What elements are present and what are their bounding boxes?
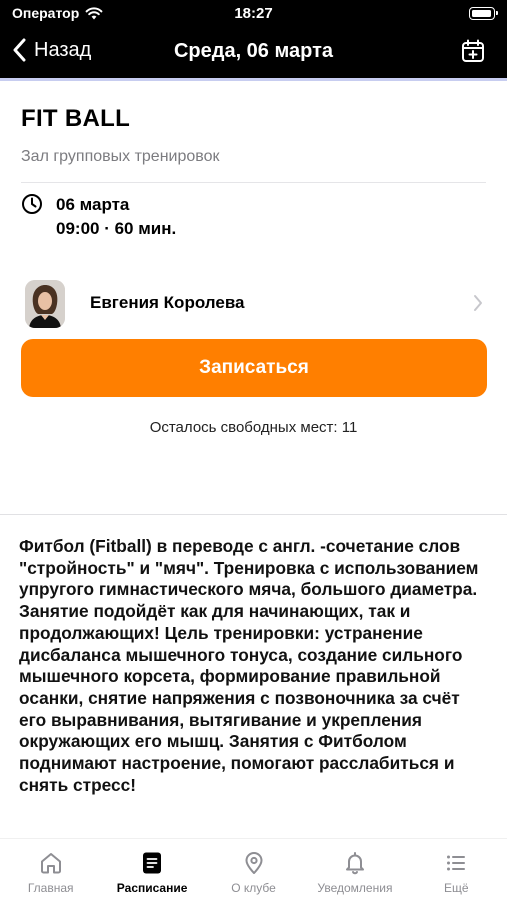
- chevron-left-icon: [13, 38, 26, 62]
- class-title: FIT BALL: [21, 105, 131, 132]
- location-pin-icon: [245, 852, 263, 874]
- seats-left-text: Осталось свободных мест: 11: [149, 419, 358, 436]
- divider: [21, 182, 486, 183]
- tab-bar: Главная Расписание О клубе Уведомления Е…: [0, 838, 507, 900]
- tab-label: Уведомления: [317, 881, 393, 895]
- trainer-row[interactable]: Евгения Королева: [0, 276, 507, 332]
- tab-label: О клубе: [231, 881, 276, 895]
- tab-schedule[interactable]: Расписание: [101, 839, 202, 900]
- battery-icon: [469, 7, 498, 20]
- tab-label: Ещё: [444, 881, 469, 895]
- class-description: Фитбол (Fitball) в переводе с англ. -соч…: [19, 536, 479, 795]
- tab-club[interactable]: О клубе: [203, 839, 304, 900]
- bell-icon: [345, 852, 364, 875]
- tab-label: Расписание: [116, 881, 188, 895]
- tab-notifications[interactable]: Уведомления: [304, 839, 405, 900]
- nav-bottom-accent: [0, 78, 507, 81]
- trainer-name: Евгения Королева: [90, 293, 245, 312]
- clock-icon: [22, 194, 42, 214]
- home-icon: [40, 853, 61, 874]
- tab-label: Главная: [27, 881, 74, 895]
- section-divider: [0, 514, 507, 515]
- status-time: 18:27: [234, 5, 273, 22]
- session-date: 06 марта: [56, 195, 130, 214]
- tab-more[interactable]: Ещё: [406, 839, 507, 900]
- chevron-right-icon: [474, 295, 482, 311]
- navigation-bar: Назад Среда, 06 марта: [0, 28, 507, 78]
- calendar-add-icon: [462, 39, 484, 62]
- back-button[interactable]: Назад: [12, 38, 91, 62]
- status-bar: Оператор 18:27: [0, 0, 507, 28]
- add-to-calendar-button[interactable]: [461, 39, 485, 68]
- signup-button[interactable]: Записаться: [21, 339, 487, 397]
- more-list-icon: [447, 855, 466, 871]
- back-label: Назад: [34, 38, 92, 61]
- trainer-avatar: [25, 280, 65, 328]
- session-time-duration: 09:00 · 60 мин.: [56, 219, 177, 238]
- tab-home[interactable]: Главная: [0, 839, 101, 900]
- class-hall: Зал групповых тренировок: [21, 148, 220, 165]
- schedule-icon: [143, 852, 162, 874]
